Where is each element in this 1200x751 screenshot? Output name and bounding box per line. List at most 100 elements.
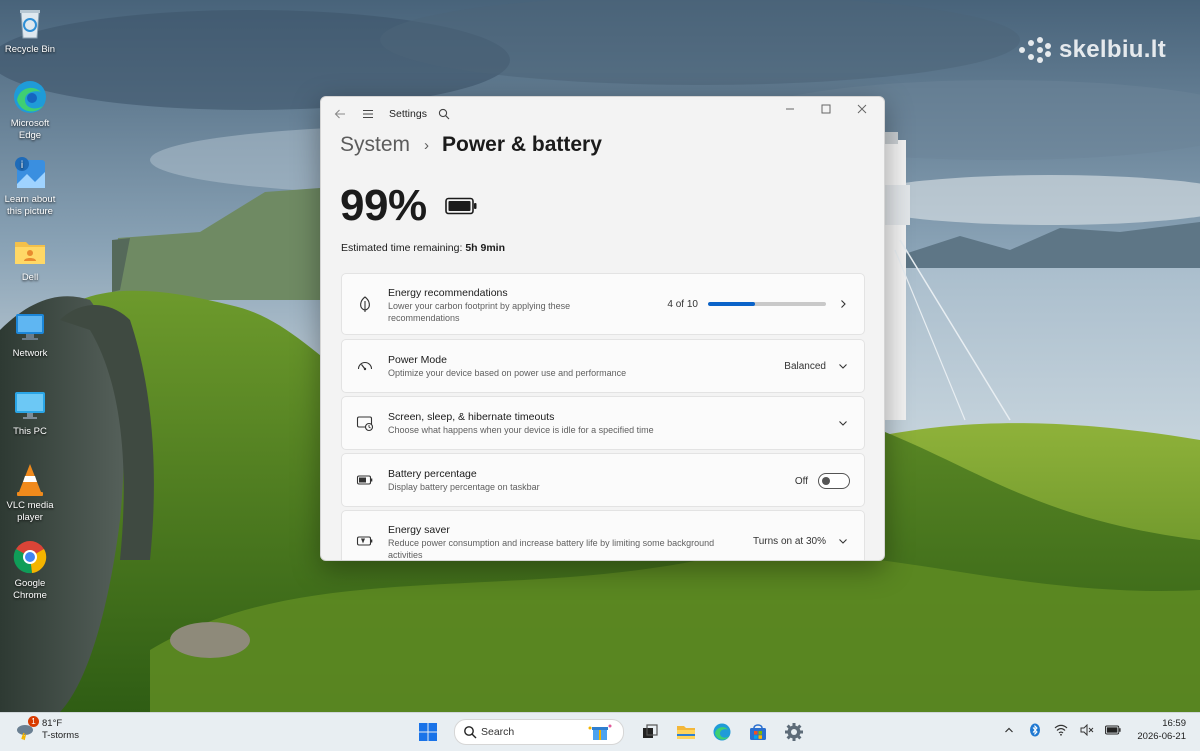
energy-saver-icon: [356, 536, 373, 546]
desktop-icon-recycle-bin[interactable]: Recycle Bin: [3, 4, 57, 56]
navigation-menu-button[interactable]: [357, 103, 379, 125]
gear-icon: [785, 723, 803, 741]
energy-saver-card[interactable]: Energy saver Reduce power consumption an…: [341, 510, 865, 560]
time-remaining-label: Estimated time remaining:: [341, 242, 463, 254]
battery-percentage-card: Battery percentage Display battery perce…: [341, 453, 865, 507]
close-icon: [857, 104, 867, 114]
start-button[interactable]: [414, 718, 442, 746]
network-tray-button[interactable]: [1053, 722, 1069, 738]
battery-percentage-value: 99%: [340, 181, 427, 230]
window-controls: [772, 97, 880, 121]
folder-icon: [11, 232, 49, 270]
taskbar-apps: Search: [414, 718, 808, 746]
card-title: Power Mode: [388, 354, 447, 366]
desktop-icon-this-pc[interactable]: This PC: [3, 386, 57, 438]
desktop-icon-label: VLC media player: [6, 500, 54, 523]
card-title: Energy saver: [388, 524, 450, 536]
page-title: Power & battery: [442, 133, 602, 156]
power-mode-dropdown[interactable]: Balanced: [784, 359, 850, 373]
desktop-icon-chrome[interactable]: Google Chrome: [3, 538, 57, 602]
wifi-icon: [1054, 724, 1068, 736]
taskbar-search-box[interactable]: Search: [454, 719, 624, 745]
windows-logo-icon: [419, 723, 437, 741]
minimize-icon: [786, 108, 794, 110]
chevron-down-icon: [836, 534, 850, 548]
chevron-right-icon: [836, 297, 850, 311]
watermark-text: skelbiu.lt: [1058, 36, 1166, 63]
bluetooth-tray-button[interactable]: [1027, 722, 1043, 738]
desktop-icon-label: Dell: [21, 272, 39, 283]
card-title: Battery percentage: [388, 468, 477, 480]
watermark-logo-icon: [1018, 37, 1051, 63]
app-title: Settings: [389, 108, 427, 120]
desktop-icon-label: Network: [12, 348, 48, 359]
card-description: Lower your carbon footprint by applying …: [388, 301, 571, 323]
battery-icon: [1105, 725, 1121, 735]
power-mode-gauge-icon: [357, 361, 373, 371]
microsoft-store-button[interactable]: [744, 718, 772, 746]
hamburger-icon: [363, 109, 373, 119]
card-description: Display battery percentage on taskbar: [388, 482, 540, 492]
settings-taskbar-button[interactable]: [780, 718, 808, 746]
maximize-icon: [821, 104, 831, 114]
edge-icon: [713, 723, 731, 741]
card-description: Optimize your device based on power use …: [388, 368, 627, 378]
search-icon: [438, 108, 450, 120]
network-icon: [11, 308, 49, 346]
recommendations-progress-text: 4 of 10: [667, 298, 698, 310]
timeouts-expander[interactable]: [836, 416, 850, 430]
search-icon: [464, 726, 477, 739]
chevron-up-icon: [1005, 727, 1014, 733]
chrome-icon: [11, 538, 49, 576]
energy-saver-expander[interactable]: Turns on at 30%: [753, 534, 850, 548]
breadcrumb: System › Power & battery: [340, 133, 602, 157]
back-button[interactable]: [329, 103, 351, 125]
svg-text:i: i: [21, 160, 24, 171]
desktop-icon-learn-picture[interactable]: i Learn about this picture: [3, 154, 57, 218]
leaf-icon: [360, 296, 370, 312]
screen-sleep-icon: [356, 416, 374, 432]
weather-widget[interactable]: 1 81°F T-storms: [14, 716, 79, 742]
battery-percentage-toggle-group: Off: [795, 473, 850, 489]
desktop-icon-edge[interactable]: Microsoft Edge: [3, 78, 57, 142]
power-mode-card[interactable]: Power Mode Optimize your device based on…: [341, 339, 865, 393]
chevron-right-icon: ›: [424, 136, 430, 154]
monitor-icon: [11, 386, 49, 424]
desktop-icon-network[interactable]: Network: [3, 308, 57, 360]
volume-tray-button[interactable]: [1079, 722, 1095, 738]
file-explorer-button[interactable]: [672, 718, 700, 746]
energy-recommendations-status: 4 of 10: [667, 297, 850, 311]
task-view-button[interactable]: [636, 718, 664, 746]
settings-search-button[interactable]: [433, 103, 455, 125]
breadcrumb-system-link[interactable]: System: [340, 133, 410, 157]
card-description: Reduce power consumption and increase ba…: [388, 538, 715, 560]
maximize-button[interactable]: [808, 97, 844, 121]
chevron-down-icon: [836, 416, 850, 430]
recommendations-progress-bar: [708, 302, 826, 306]
toggle-state-label: Off: [794, 475, 808, 487]
card-description: Choose what happens when your device is …: [388, 425, 654, 435]
screen-sleep-timeouts-card[interactable]: Screen, sleep, & hibernate timeouts Choo…: [341, 396, 865, 450]
taskbar: 1 81°F T-storms Search 16:59 2026-06-21: [0, 712, 1200, 751]
show-hidden-icons-button[interactable]: [1001, 722, 1017, 738]
system-tray: 16:59 2026-06-21: [1001, 717, 1186, 743]
clock-time: 16:59: [1162, 718, 1186, 729]
energy-recommendations-card[interactable]: Energy recommendations Lower your carbon…: [341, 273, 865, 335]
title-bar: Settings: [321, 97, 884, 131]
clock[interactable]: 16:59 2026-06-21: [1137, 717, 1186, 743]
edge-taskbar-button[interactable]: [708, 718, 736, 746]
estimated-time-remaining: Estimated time remaining: 5h 9min: [341, 242, 505, 254]
close-button[interactable]: [844, 97, 880, 121]
watermark: skelbiu.lt: [1018, 36, 1166, 64]
battery-percentage-toggle[interactable]: [818, 473, 850, 489]
minimize-button[interactable]: [772, 97, 808, 121]
energy-saver-threshold: Turns on at 30%: [752, 535, 826, 547]
taskbar-search-label: Search: [481, 726, 515, 738]
battery-tray-button[interactable]: [1105, 722, 1121, 738]
desktop-icon-vlc[interactable]: VLC media player: [3, 460, 57, 524]
desktop-icon-dell[interactable]: Dell: [3, 232, 57, 284]
edge-icon: [11, 78, 49, 116]
weather-alert-badge: 1: [28, 716, 39, 727]
battery-icon: [445, 197, 477, 215]
arrow-left-icon: [334, 109, 345, 119]
